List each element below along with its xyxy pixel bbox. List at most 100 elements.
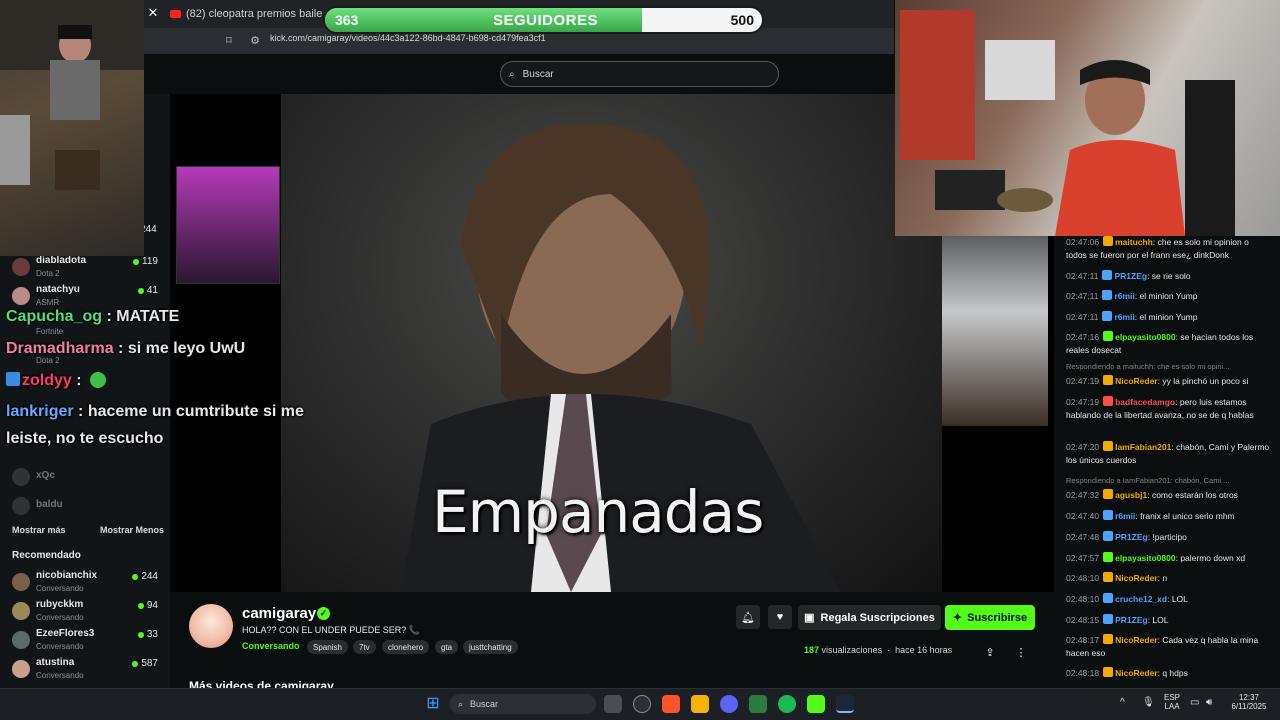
chat-username[interactable]: PR1ZEg [1115, 615, 1148, 625]
video-caption: Empanadas [432, 478, 764, 546]
chat-username[interactable]: badfacedamgo [1115, 397, 1175, 407]
overlay-sep: : [113, 340, 128, 357]
chat-message: 02:47:32 agusbj1: como estarán los otros [1066, 489, 1271, 502]
recommended-channel[interactable]: nicobianchix Conversando 244 [12, 569, 162, 597]
close-icon[interactable]: ✕ [144, 2, 162, 24]
chat-message: 02:48:15 PR1ZEg: LOL [1066, 614, 1271, 627]
chat-username[interactable]: r6mii [1115, 511, 1135, 521]
chat-timestamp: 02:48:10 [1066, 594, 1100, 604]
chat-username[interactable]: cruche12_xd [1115, 594, 1167, 604]
browser-tab[interactable]: (82) cleopatra premios baile - YouTube [170, 4, 330, 24]
chat-timestamp: 02:47:48 [1066, 532, 1100, 542]
share-icon[interactable]: ⇪ [978, 640, 1002, 664]
viewer-count-value: 94 [146, 600, 158, 611]
spotify-icon[interactable] [778, 695, 796, 713]
show-more-button[interactable]: Mostrar más [12, 525, 66, 535]
excel-icon[interactable] [749, 695, 767, 713]
tray-chevron-icon[interactable]: ^ [1120, 697, 1125, 708]
network-icon[interactable]: ▭ [1190, 697, 1199, 708]
tab-title: (82) cleopatra premios baile - YouTube [186, 8, 330, 20]
badge-icon [6, 372, 20, 386]
chat-username[interactable]: elpayasito0800 [1115, 553, 1175, 563]
chat-message: 02:47:20 IamFabian201: chabón, Cami y Pal… [1066, 441, 1271, 467]
chat-timestamp: 02:48:15 [1066, 615, 1100, 625]
url-text[interactable]: kick.com/camigaray/videos/44c3a122-86bd-… [270, 33, 546, 43]
viewer-count: 244 [132, 571, 158, 582]
chat-username[interactable]: PR1ZEg [1114, 271, 1147, 281]
chat-username[interactable]: IamFabian201 [1115, 442, 1171, 452]
chat-username[interactable]: PR1ZEg [1115, 532, 1148, 542]
brave-icon[interactable] [662, 695, 680, 713]
badge-icon [1103, 510, 1114, 520]
sidebar-channel-offline[interactable]: baldu [12, 493, 162, 521]
folder-icon[interactable] [691, 695, 709, 713]
star-icon: ✦ [952, 612, 963, 624]
taskbar-search[interactable]: ⌕ Buscar [450, 694, 596, 714]
chat-username[interactable]: NicoReder [1115, 635, 1158, 645]
chat-username[interactable]: NicoReder [1115, 376, 1158, 386]
chat-message: 02:47:19 NicoReder: yy la pinchó un poco … [1066, 375, 1271, 388]
tag[interactable]: Spanish [307, 640, 348, 654]
goal-current: 363 [335, 12, 359, 28]
chat-timestamp: 02:47:11 [1066, 271, 1099, 281]
chat-username[interactable]: r6mii [1114, 312, 1134, 322]
chat-timestamp: 02:47:57 [1066, 553, 1100, 563]
chat-username[interactable]: r6mii [1114, 291, 1134, 301]
viewer-count: 41 [137, 285, 158, 296]
badge-icon [1103, 614, 1114, 624]
recommended-channel[interactable]: EzeeFlores3 Conversando 33 [12, 627, 162, 655]
task-view-icon[interactable] [604, 695, 622, 713]
tag[interactable]: 7tv [353, 640, 376, 654]
steam-icon[interactable] [836, 695, 854, 713]
overlay-chat-line: lankriger : haceme un cumtribute si me [6, 403, 304, 421]
channel-name: baldu [36, 499, 63, 510]
bookmark-icon[interactable]: ⌑ [222, 33, 236, 47]
recommended-channel[interactable]: atustina Conversando 587 [12, 656, 162, 684]
live-dot-icon [132, 573, 139, 580]
avatar [12, 573, 30, 591]
chat-message: 02:47:11 r6mii: el minion Yump [1066, 311, 1271, 324]
bell-icon[interactable]: 🔔︎ [736, 605, 760, 629]
microphone-icon[interactable]: 🎙︎ [1142, 697, 1155, 708]
sidebar-channel-offline[interactable]: xQc [12, 464, 162, 492]
sidebar-channel[interactable]: diabladota Dota 2 119 [12, 254, 162, 282]
volume-icon[interactable]: 🔊︎ [1206, 697, 1212, 708]
chat-username[interactable]: agusbj1 [1115, 490, 1147, 500]
discord-icon[interactable] [720, 695, 738, 713]
chat-message: 02:47:48 PR1ZEg: !participo [1066, 531, 1271, 544]
tag[interactable]: justtchatting [463, 640, 518, 654]
overlay-chat-line: zoldyy : [6, 372, 107, 390]
more-options-icon[interactable]: ⋮ [1009, 640, 1033, 664]
search-placeholder: Buscar [522, 68, 554, 80]
chat-username[interactable]: maituchh [1115, 237, 1153, 247]
show-less-button[interactable]: Mostrar Menos [100, 525, 164, 535]
chat-username[interactable]: NicoReder [1115, 573, 1158, 583]
overlay-text: MATATE [116, 308, 180, 325]
recommended-channel[interactable]: rubyckkm Conversando 94 [12, 598, 162, 626]
overlay-user: Capucha_og [6, 308, 103, 325]
site-settings-icon[interactable]: ⚙ [248, 33, 262, 47]
windows-start-icon[interactable]: ⊞ [424, 695, 442, 713]
chat-username[interactable]: NicoReder [1115, 668, 1158, 678]
kick-icon[interactable] [807, 695, 825, 713]
gift-subs-label: Regala Suscripciones [820, 611, 935, 624]
tag[interactable]: clonehero [382, 640, 430, 654]
sidebar-channel[interactable]: natachyu ASMR 41 [12, 283, 162, 311]
badge-icon [1103, 441, 1114, 451]
gift-subs-button[interactable]: ▣ Regala Suscripciones [798, 605, 941, 630]
badge-icon [1103, 331, 1114, 341]
search-input[interactable]: ⌕ Buscar [500, 61, 779, 87]
language-indicator[interactable]: ESP LAA [1162, 693, 1182, 711]
chat-username[interactable]: elpayasito0800 [1115, 332, 1175, 342]
clock-date: 6/11/2025 [1231, 702, 1267, 711]
chat-message: 02:47:19 badfacedamgo: pero luis estamos … [1066, 396, 1271, 422]
clock[interactable]: 12:37 6/11/2025 [1224, 693, 1274, 711]
subscribe-button[interactable]: ✦ Suscribirse [945, 605, 1035, 630]
heart-icon[interactable]: ♥ [768, 605, 792, 629]
stream-category[interactable]: Conversando [242, 641, 300, 651]
tag[interactable]: gta [435, 640, 459, 654]
channel-avatar[interactable] [189, 604, 233, 648]
emote-icon [90, 372, 107, 388]
app-icon[interactable] [633, 695, 651, 713]
channel-name[interactable]: camigaray [242, 605, 316, 622]
